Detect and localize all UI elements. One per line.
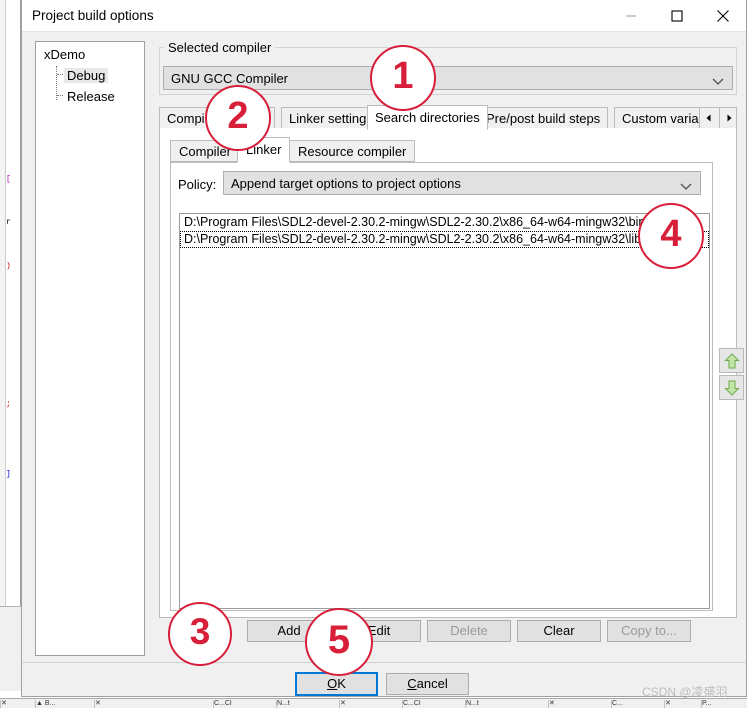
tab-pre-post-build-steps[interactable]: Pre/post build steps [478, 107, 609, 129]
code-fragment: ; [6, 400, 11, 409]
subtab-resource-compiler[interactable]: Resource compiler [289, 140, 416, 162]
tab-scroll-buttons[interactable] [699, 107, 737, 129]
ok-button-accesskey: O [327, 676, 338, 691]
taskbar-item[interactable]: ✕ [339, 700, 402, 708]
taskbar-item[interactable]: N...t [465, 700, 548, 708]
tab-search-directories[interactable]: Search directories [367, 105, 488, 130]
tree-tick [57, 74, 63, 76]
taskbar-item[interactable]: ✕ [664, 700, 701, 708]
annotation-number: 4 [660, 213, 682, 255]
copy-to-button[interactable]: Copy to... [607, 620, 691, 642]
target-tree[interactable]: xDemo Debug Release [35, 41, 145, 656]
chevron-down-icon [712, 74, 724, 89]
editor-bottom-panel [0, 606, 22, 691]
code-fragment: [ [6, 175, 11, 184]
arrow-down-icon [723, 380, 740, 396]
watermark: CSDN @凌盛羽 [642, 685, 728, 699]
close-button[interactable] [700, 0, 746, 31]
code-fragment: ] [6, 470, 11, 479]
taskbar[interactable]: ✕ ▲ B... ✕ C...Cl N...t ✕ C...Cl N...t ✕… [0, 698, 747, 708]
tab-linker-settings[interactable]: Linker settings [281, 107, 381, 129]
taskbar-item[interactable]: ✕ [0, 700, 35, 708]
compiler-select-value: GNU GCC Compiler [171, 71, 289, 86]
move-up-button[interactable] [719, 348, 744, 373]
annotation-marker-1: 1 [370, 45, 436, 111]
background-editor: [ r ) ; ] [0, 0, 22, 691]
cancel-button-label: ancel [416, 676, 448, 691]
search-directories-list[interactable]: D:\Program Files\SDL2-devel-2.30.2-mingw… [179, 213, 710, 609]
code-fragment: r [6, 218, 11, 227]
tree-item-release[interactable]: Release [64, 89, 118, 104]
taskbar-item[interactable]: P... [701, 700, 747, 708]
clear-button[interactable]: Clear [517, 620, 601, 642]
annotation-number: 2 [227, 95, 249, 137]
chevron-down-icon [680, 179, 692, 194]
taskbar-item[interactable]: C...Cl [402, 700, 465, 708]
annotation-number: 5 [327, 618, 351, 662]
taskbar-item[interactable]: C... [611, 700, 664, 708]
taskbar-item[interactable]: N...t [276, 700, 339, 708]
annotation-number: 3 [189, 611, 211, 652]
minimize-button[interactable] [608, 0, 654, 31]
annotation-number: 1 [392, 55, 414, 97]
policy-select[interactable]: Append target options to project options [223, 171, 701, 195]
footer-divider [22, 662, 746, 663]
cancel-button-accesskey: C [407, 676, 417, 691]
annotation-marker-5: 5 [305, 608, 373, 676]
chevron-right-icon [727, 114, 732, 122]
tab-scroll-left-button[interactable] [700, 108, 718, 128]
window-title: Project build options [32, 8, 154, 23]
move-down-button[interactable] [719, 375, 744, 400]
selected-compiler-legend: Selected compiler [164, 40, 276, 55]
taskbar-item[interactable]: ▲ B... [35, 700, 94, 708]
ok-button-label: K [337, 676, 346, 691]
taskbar-item[interactable]: C...Cl [213, 700, 276, 708]
cancel-button[interactable]: Cancel [386, 673, 469, 695]
maximize-button[interactable] [654, 0, 700, 31]
close-icon [717, 9, 729, 22]
taskbar-item[interactable]: ✕ [548, 700, 611, 708]
policy-select-value: Append target options to project options [231, 176, 461, 191]
chevron-left-icon [706, 114, 711, 122]
maximize-icon [671, 9, 683, 22]
editor-gutter [0, 0, 6, 690]
tab-scroll-right-button[interactable] [719, 108, 738, 128]
tree-tick [57, 95, 63, 97]
tree-item-debug[interactable]: Debug [64, 68, 109, 83]
list-item[interactable]: D:\Program Files\SDL2-devel-2.30.2-mingw… [180, 231, 709, 248]
delete-button[interactable]: Delete [427, 620, 511, 642]
tree-item-root[interactable]: xDemo [44, 47, 85, 62]
policy-label: Policy: [178, 177, 217, 192]
annotation-marker-3: 3 [168, 602, 232, 666]
list-item[interactable]: D:\Program Files\SDL2-devel-2.30.2-mingw… [180, 214, 709, 231]
annotation-marker-4: 4 [638, 203, 704, 269]
arrow-up-icon [723, 352, 740, 368]
taskbar-item[interactable]: ✕ [94, 700, 213, 708]
annotation-marker-2: 2 [205, 85, 271, 151]
title-bar[interactable]: Project build options [22, 0, 746, 32]
minimize-icon [626, 15, 636, 16]
code-fragment: ) [6, 262, 11, 271]
